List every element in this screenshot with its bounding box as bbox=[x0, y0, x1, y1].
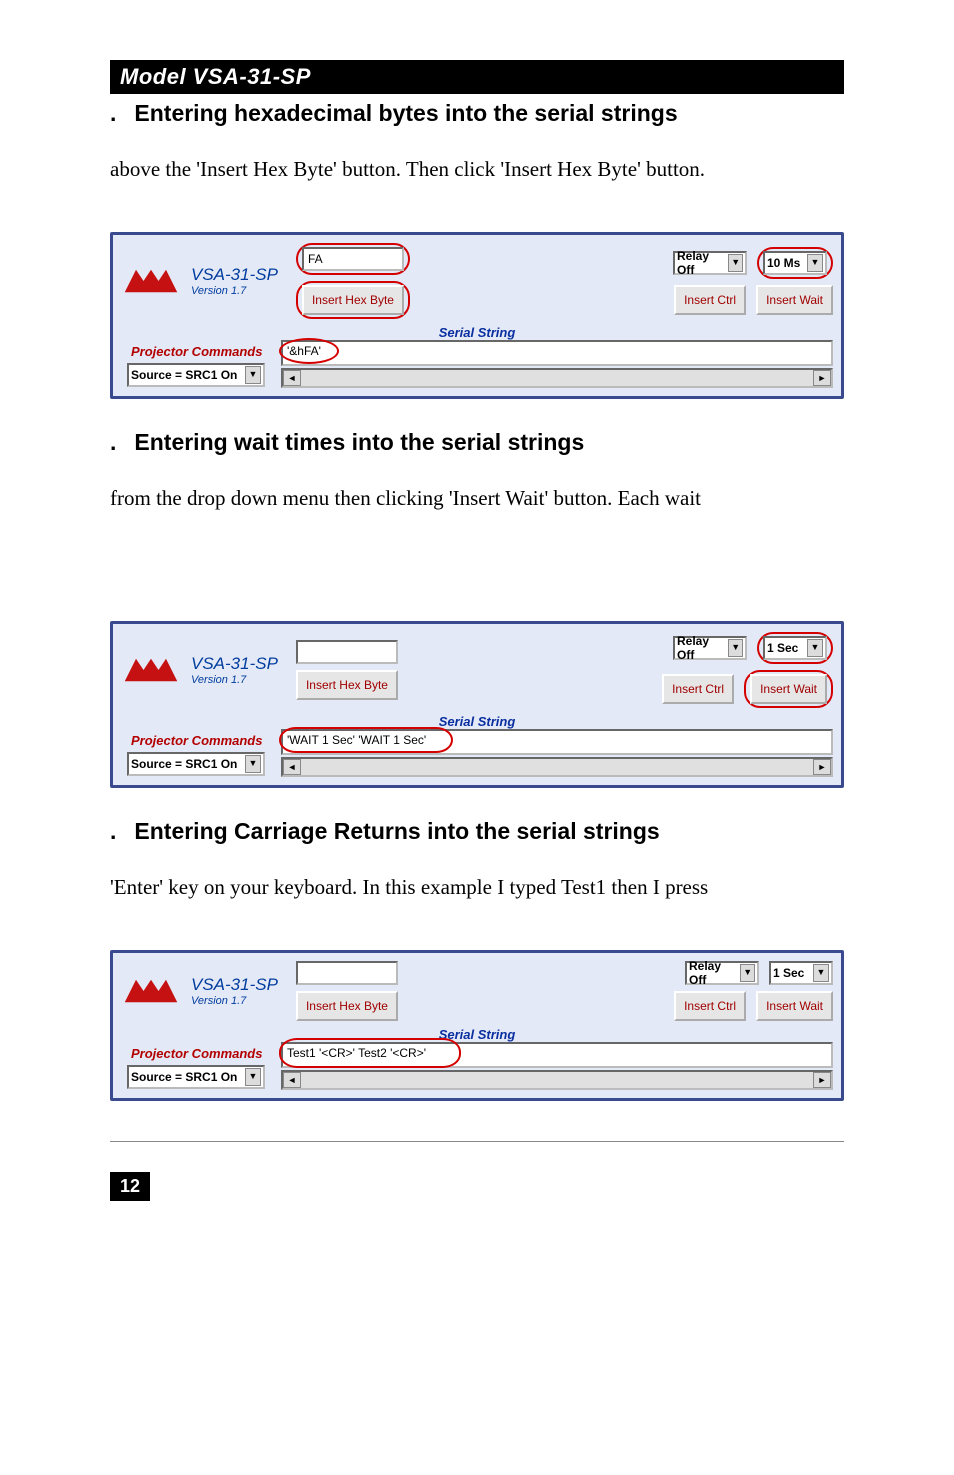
scroll-left-icon[interactable]: ◄ bbox=[283, 759, 301, 775]
footer-rule bbox=[110, 1141, 844, 1142]
relay-select[interactable]: Relay Off ▼ bbox=[673, 636, 747, 660]
projector-commands-label: Projector Commands bbox=[131, 733, 265, 748]
wait-time-select[interactable]: 10 Ms ▼ bbox=[763, 251, 827, 275]
insert-ctrl-button[interactable]: Insert Ctrl bbox=[674, 991, 746, 1021]
section2-body: from the drop down menu then clicking 'I… bbox=[110, 486, 844, 511]
hr-logo bbox=[121, 651, 181, 689]
relay-select[interactable]: Relay Off ▼ bbox=[673, 251, 747, 275]
serial-string-label: Serial String bbox=[113, 325, 841, 340]
chevron-down-icon[interactable]: ▼ bbox=[807, 254, 823, 272]
source-select[interactable]: Source = SRC1 On ▼ bbox=[127, 752, 265, 776]
bullet: . bbox=[110, 100, 128, 127]
insert-wait-button[interactable]: Insert Wait bbox=[756, 285, 833, 315]
hex-input[interactable] bbox=[302, 247, 404, 271]
figure-2: VSA-31-SP Version 1.7 Insert Hex Byte Re… bbox=[110, 621, 844, 788]
projector-commands-label: Projector Commands bbox=[131, 344, 265, 359]
relay-select-value: Relay Off bbox=[689, 959, 736, 987]
insert-hex-byte-button[interactable]: Insert Hex Byte bbox=[296, 991, 398, 1021]
chevron-down-icon[interactable]: ▼ bbox=[728, 639, 743, 657]
wait-time-value: 1 Sec bbox=[767, 641, 798, 655]
chevron-down-icon[interactable]: ▼ bbox=[740, 964, 755, 982]
insert-hex-byte-button[interactable]: Insert Hex Byte bbox=[296, 670, 398, 700]
relay-select-value: Relay Off bbox=[677, 249, 724, 277]
serial-string-label: Serial String bbox=[113, 714, 841, 729]
section3-body: 'Enter' key on your keyboard. In this ex… bbox=[110, 875, 844, 900]
chevron-down-icon[interactable]: ▼ bbox=[245, 366, 261, 384]
section1-body: above the 'Insert Hex Byte' button. Then… bbox=[110, 157, 844, 182]
wait-time-value: 10 Ms bbox=[767, 256, 800, 270]
serial-string-input[interactable]: '&hFA' bbox=[281, 340, 833, 366]
wait-time-select[interactable]: 1 Sec ▼ bbox=[763, 636, 827, 660]
hr-logo bbox=[121, 972, 181, 1010]
section3-heading-text: Entering Carriage Returns into the seria… bbox=[134, 818, 659, 844]
chevron-down-icon[interactable]: ▼ bbox=[245, 1068, 261, 1086]
app-name: VSA-31-SP bbox=[191, 265, 278, 285]
source-select[interactable]: Source = SRC1 On ▼ bbox=[127, 363, 265, 387]
wait-time-value: 1 Sec bbox=[773, 966, 804, 980]
hex-input[interactable] bbox=[296, 640, 398, 664]
scroll-right-icon[interactable]: ► bbox=[813, 1072, 831, 1088]
figure-3: VSA-31-SP Version 1.7 Insert Hex Byte Re… bbox=[110, 950, 844, 1101]
section2-heading: . Entering wait times into the serial st… bbox=[110, 429, 844, 456]
hr-logo bbox=[121, 262, 181, 300]
hex-input[interactable] bbox=[296, 961, 398, 985]
app-version: Version 1.7 bbox=[191, 995, 278, 1007]
insert-hex-byte-button[interactable]: Insert Hex Byte bbox=[302, 285, 404, 315]
source-select[interactable]: Source = SRC1 On ▼ bbox=[127, 1065, 265, 1089]
app-version: Version 1.7 bbox=[191, 674, 278, 686]
section1-heading-text: Entering hexadecimal bytes into the seri… bbox=[134, 100, 677, 126]
scroll-left-icon[interactable]: ◄ bbox=[283, 370, 301, 386]
figure-1: VSA-31-SP Version 1.7 Insert Hex Byte Re… bbox=[110, 232, 844, 399]
scroll-right-icon[interactable]: ► bbox=[813, 759, 831, 775]
insert-wait-button[interactable]: Insert Wait bbox=[750, 674, 827, 704]
chevron-down-icon[interactable]: ▼ bbox=[728, 254, 743, 272]
page-number: 12 bbox=[110, 1172, 150, 1201]
projector-commands-label: Projector Commands bbox=[131, 1046, 265, 1061]
relay-select[interactable]: Relay Off ▼ bbox=[685, 961, 759, 985]
relay-select-value: Relay Off bbox=[677, 634, 724, 662]
serial-string-label: Serial String bbox=[113, 1027, 841, 1042]
serial-horizontal-scrollbar[interactable]: ◄ ► bbox=[281, 368, 833, 388]
app-version: Version 1.7 bbox=[191, 285, 278, 297]
section3-heading: . Entering Carriage Returns into the ser… bbox=[110, 818, 844, 845]
insert-wait-button[interactable]: Insert Wait bbox=[756, 991, 833, 1021]
chevron-down-icon[interactable]: ▼ bbox=[807, 639, 823, 657]
source-select-value: Source = SRC1 On bbox=[131, 1070, 237, 1084]
serial-horizontal-scrollbar[interactable]: ◄ ► bbox=[281, 757, 833, 777]
insert-ctrl-button[interactable]: Insert Ctrl bbox=[662, 674, 734, 704]
chevron-down-icon[interactable]: ▼ bbox=[245, 755, 261, 773]
scroll-right-icon[interactable]: ► bbox=[813, 370, 831, 386]
app-name: VSA-31-SP bbox=[191, 654, 278, 674]
bullet: . bbox=[110, 818, 128, 845]
app-name: VSA-31-SP bbox=[191, 975, 278, 995]
bullet: . bbox=[110, 429, 128, 456]
chevron-down-icon[interactable]: ▼ bbox=[813, 964, 829, 982]
section1-heading: . Entering hexadecimal bytes into the se… bbox=[110, 100, 844, 127]
source-select-value: Source = SRC1 On bbox=[131, 757, 237, 771]
header-model-bar: Model VSA-31-SP bbox=[110, 60, 844, 94]
insert-ctrl-button[interactable]: Insert Ctrl bbox=[674, 285, 746, 315]
source-select-value: Source = SRC1 On bbox=[131, 368, 237, 382]
wait-time-select[interactable]: 1 Sec ▼ bbox=[769, 961, 833, 985]
serial-horizontal-scrollbar[interactable]: ◄ ► bbox=[281, 1070, 833, 1090]
scroll-left-icon[interactable]: ◄ bbox=[283, 1072, 301, 1088]
section2-heading-text: Entering wait times into the serial stri… bbox=[134, 429, 584, 455]
